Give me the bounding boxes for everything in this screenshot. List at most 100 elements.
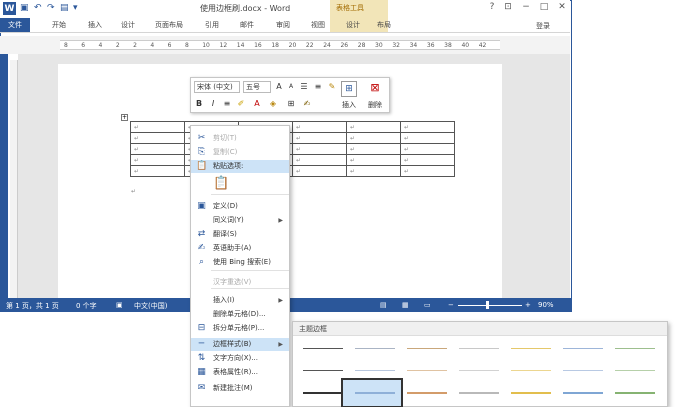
table-cell[interactable]: ↵ bbox=[130, 165, 185, 177]
sign-in-link[interactable]: 登录 bbox=[536, 21, 550, 31]
border-style-swatch[interactable] bbox=[511, 370, 551, 371]
context-menu-item[interactable]: ─ 边框样式(B) ▶ bbox=[191, 338, 289, 351]
print-preview-icon[interactable]: ▤ bbox=[60, 3, 69, 13]
horizontal-ruler[interactable]: 8 6 4 2 2 4 6 8 10 12 14 16 18 20 22 24 26 28 30 32 34 36 38 40… bbox=[60, 40, 500, 50]
zoom-slider-track[interactable] bbox=[458, 305, 522, 306]
bullets-icon[interactable]: ☰ bbox=[299, 81, 309, 93]
table-move-handle[interactable]: + bbox=[121, 114, 128, 121]
tab-table-design[interactable]: 设计 bbox=[346, 20, 360, 30]
redo-icon[interactable]: ↷ bbox=[47, 3, 55, 13]
table-cell[interactable]: ↵ bbox=[130, 121, 185, 133]
border-style-swatch[interactable] bbox=[615, 348, 655, 349]
shading-icon[interactable]: ◈ bbox=[268, 98, 278, 110]
border-style-swatch[interactable] bbox=[615, 370, 655, 371]
zoom-slider-thumb[interactable] bbox=[486, 301, 489, 309]
tab-insert[interactable]: 插入 bbox=[88, 20, 102, 30]
border-style-swatch[interactable] bbox=[459, 348, 499, 349]
border-style-swatch[interactable] bbox=[355, 348, 395, 349]
context-menu-item[interactable]: ⊟ 拆分单元格(P)... bbox=[191, 322, 289, 335]
italic-button[interactable]: I bbox=[208, 98, 218, 110]
tab-view[interactable]: 视图 bbox=[311, 20, 325, 30]
ribbon-display-button[interactable]: ⊡ bbox=[502, 2, 514, 12]
border-style-swatch[interactable] bbox=[355, 392, 395, 394]
insert-label[interactable]: 插入 bbox=[342, 100, 356, 110]
table-cell[interactable]: ↵ bbox=[130, 154, 185, 166]
word-count[interactable]: 0 个字 bbox=[76, 301, 97, 311]
shrink-font-button[interactable]: A bbox=[286, 81, 296, 93]
quick-access-more-icon[interactable]: ▾ bbox=[73, 3, 78, 13]
font-color-icon[interactable]: A bbox=[252, 98, 262, 110]
table-cell[interactable]: ↵ bbox=[292, 154, 347, 166]
border-style-swatch[interactable] bbox=[511, 392, 551, 394]
tab-page-layout[interactable]: 页面布局 bbox=[155, 20, 183, 30]
delete-label[interactable]: 删除 bbox=[368, 100, 382, 110]
tab-table-layout[interactable]: 布局 bbox=[377, 20, 391, 30]
undo-icon[interactable]: ↶ bbox=[34, 3, 42, 13]
context-menu-item[interactable]: ✉ 新建批注(M) bbox=[191, 382, 289, 395]
border-style-swatch[interactable] bbox=[459, 370, 499, 371]
table-cell[interactable]: ↵ bbox=[292, 132, 347, 144]
grow-font-button[interactable]: A bbox=[274, 81, 284, 93]
tab-review[interactable]: 审阅 bbox=[276, 20, 290, 30]
border-style-swatch[interactable] bbox=[355, 370, 395, 371]
table-cell[interactable]: ↵ bbox=[292, 121, 347, 133]
minimize-button[interactable]: − bbox=[520, 2, 532, 12]
language-indicator[interactable]: 中文(中国) bbox=[134, 301, 167, 311]
print-layout-icon[interactable]: ▦ bbox=[402, 301, 409, 309]
border-style-swatch[interactable] bbox=[303, 370, 343, 371]
table-cell[interactable]: ↵ bbox=[346, 121, 401, 133]
context-menu-item[interactable]: ▦ 表格属性(R)... bbox=[191, 366, 289, 379]
proofing-icon[interactable]: ▣ bbox=[116, 301, 123, 309]
tab-mailings[interactable]: 邮件 bbox=[240, 20, 254, 30]
context-menu-item[interactable]: ⎘ 复制(C) bbox=[191, 146, 289, 159]
font-size-field[interactable]: 五号 bbox=[243, 81, 271, 93]
context-menu-item[interactable]: ⌕ 使用 Bing 搜索(E) bbox=[191, 256, 289, 269]
table-cell[interactable]: ↵ bbox=[130, 132, 185, 144]
border-style-swatch[interactable] bbox=[511, 348, 551, 349]
page-count[interactable]: 第 1 页，共 1 页 bbox=[6, 301, 59, 311]
help-button[interactable]: ? bbox=[486, 2, 498, 12]
highlight-icon[interactable]: ✐ bbox=[236, 98, 246, 110]
border-style-swatch[interactable] bbox=[615, 392, 655, 394]
numbering-icon[interactable]: ≡ bbox=[313, 81, 323, 93]
borders-icon[interactable]: ⊞ bbox=[286, 98, 296, 110]
save-icon[interactable]: ▣ bbox=[20, 3, 29, 13]
styles-icon[interactable]: ✎ bbox=[327, 81, 337, 93]
bold-button[interactable]: B bbox=[194, 98, 204, 110]
border-style-swatch[interactable] bbox=[459, 392, 499, 394]
delete-table-icon[interactable]: ⊠ bbox=[367, 81, 383, 97]
table-cell[interactable]: ↵ bbox=[346, 165, 401, 177]
border-style-swatch[interactable] bbox=[303, 392, 343, 394]
table-cell[interactable]: ↵ bbox=[400, 121, 455, 133]
table-cell[interactable]: ↵ bbox=[400, 143, 455, 155]
table-cell[interactable]: ↵ bbox=[292, 165, 347, 177]
table-cell[interactable]: ↵ bbox=[400, 132, 455, 144]
table-cell[interactable]: ↵ bbox=[400, 165, 455, 177]
table-cell[interactable]: ↵ bbox=[346, 154, 401, 166]
border-style-swatch[interactable] bbox=[407, 370, 447, 371]
tab-home[interactable]: 开始 bbox=[52, 20, 66, 30]
context-menu-item[interactable]: 删除单元格(D)... bbox=[191, 308, 289, 321]
context-menu-item[interactable]: 📋 粘贴选项: bbox=[191, 160, 289, 173]
table-cell[interactable]: ↵ bbox=[130, 143, 185, 155]
zoom-in-icon[interactable]: + bbox=[525, 301, 531, 309]
zoom-out-icon[interactable]: − bbox=[448, 301, 454, 309]
border-style-swatch[interactable] bbox=[407, 392, 447, 394]
border-style-swatch[interactable] bbox=[563, 348, 603, 349]
context-menu-item[interactable]: ✂ 剪切(T) bbox=[191, 132, 289, 145]
border-style-swatch[interactable] bbox=[407, 348, 447, 349]
maximize-button[interactable]: □ bbox=[538, 2, 550, 12]
tab-design[interactable]: 设计 bbox=[121, 20, 135, 30]
table-cell[interactable]: ↵ bbox=[346, 132, 401, 144]
zoom-level[interactable]: 90% bbox=[538, 301, 554, 309]
close-button[interactable]: ✕ bbox=[556, 2, 568, 12]
tab-file[interactable]: 文件 bbox=[0, 18, 30, 32]
table-cell[interactable]: ↵ bbox=[292, 143, 347, 155]
border-style-swatch[interactable] bbox=[303, 348, 343, 349]
paste-keep-formatting-icon[interactable]: 📋 bbox=[213, 176, 229, 192]
table-cell[interactable]: ↵ bbox=[400, 154, 455, 166]
font-name-field[interactable]: 宋体 (中文) bbox=[194, 81, 240, 93]
table-cell[interactable]: ↵ bbox=[346, 143, 401, 155]
context-menu-item[interactable]: 插入(I) ▶ bbox=[191, 294, 289, 307]
tab-references[interactable]: 引用 bbox=[205, 20, 219, 30]
